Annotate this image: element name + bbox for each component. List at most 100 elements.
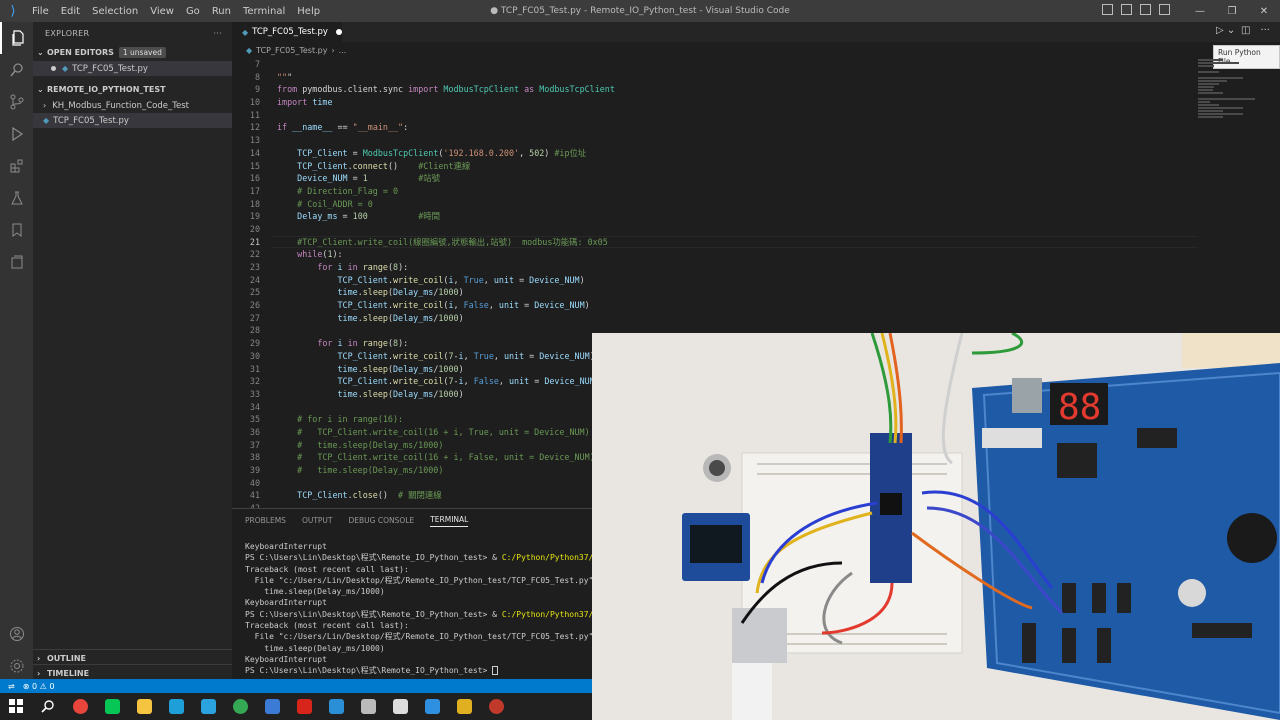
gear-icon[interactable] [0, 650, 33, 682]
code-line[interactable]: 26 TCP_Client.write_coil(i, False, unit … [232, 299, 1198, 312]
extensions-icon[interactable] [0, 150, 33, 182]
menu-view[interactable]: View [144, 6, 180, 17]
search-icon[interactable] [32, 693, 64, 720]
restore-icon[interactable]: ❐ [1216, 6, 1248, 17]
file-item[interactable]: ◆ TCP_FC05_Test.py [33, 113, 232, 128]
code-line[interactable]: 16 Device_NUM = 1 #站號 [232, 172, 1198, 185]
chrome-icon-glyph [72, 699, 88, 714]
file-explorer-icon[interactable] [128, 693, 160, 720]
remote-indicator-icon[interactable]: ⇌ [8, 682, 15, 691]
problems-indicator[interactable]: ⊗ 0 ⚠ 0 [23, 682, 55, 691]
minimap-line [1198, 104, 1219, 106]
menu-go[interactable]: Go [180, 6, 206, 17]
code-line[interactable]: 14 TCP_Client = ModbusTcpClient('192.168… [232, 147, 1198, 160]
code-line[interactable]: 8 """ [232, 71, 1198, 84]
vscode-icon[interactable] [320, 693, 352, 720]
code-line[interactable]: 21 #TCP_Client.write_coil(線圈編號,狀態輸出,站號) … [232, 235, 1198, 249]
files-icon[interactable] [0, 22, 33, 54]
tab-debug-console[interactable]: DEBUG CONSOLE [349, 516, 415, 525]
menu-edit[interactable]: Edit [55, 6, 86, 17]
vscode-logo-icon: ⟩ [10, 3, 16, 19]
search-icon[interactable] [0, 54, 33, 86]
tab-problems[interactable]: PROBLEMS [245, 516, 286, 525]
account-icon[interactable] [0, 618, 33, 650]
minimap[interactable] [1198, 58, 1280, 118]
line-icon[interactable] [96, 693, 128, 720]
minimap-line [1198, 65, 1215, 67]
run-debug-icon[interactable] [0, 118, 33, 150]
code-text: for i in range(8): [317, 262, 409, 272]
unsaved-dot-icon[interactable] [335, 29, 342, 35]
breadcrumb-file[interactable]: TCP_FC05_Test.py [256, 46, 327, 55]
explorer-header: EXPLORER ··· [33, 22, 232, 44]
code-line[interactable]: 20 [232, 223, 1198, 236]
terminal-text: time.sleep(Delay_ms/1000) [245, 643, 385, 653]
line-number: 23 [249, 262, 260, 272]
ide-icon[interactable] [416, 693, 448, 720]
toggle-sidebar-icon[interactable] [1102, 4, 1113, 15]
code-line[interactable]: 23 for i in range(8): [232, 261, 1198, 274]
chrome-profile-icon[interactable] [224, 693, 256, 720]
toggle-secondary-sidebar-icon[interactable] [1140, 4, 1151, 15]
code-line[interactable]: 13 [232, 134, 1198, 147]
code-text: # Coil_ADDR = 0 [297, 198, 373, 209]
code-line[interactable]: 10 import time [232, 96, 1198, 109]
menu-selection[interactable]: Selection [86, 6, 144, 17]
line-number: 24 [249, 274, 260, 285]
line-number: 39 [249, 465, 260, 475]
toggle-panel-icon[interactable] [1121, 4, 1132, 15]
open-editor-item[interactable]: ◆ TCP_FC05_Test.py [33, 61, 232, 76]
chart-icon[interactable] [448, 693, 480, 720]
breadcrumb-more[interactable]: ... [339, 46, 347, 55]
code-line[interactable]: 18 # Coil_ADDR = 0 [232, 198, 1198, 211]
menu-run[interactable]: Run [206, 6, 237, 17]
project-section[interactable]: ⌄ REMOTE_IO_PYTHON_TEST [33, 81, 232, 98]
close-icon[interactable]: ✕ [1248, 6, 1280, 17]
code-line[interactable]: 11 [232, 109, 1198, 122]
code-line[interactable]: 12 if __name__ == "__main__": [232, 121, 1198, 134]
menu-help[interactable]: Help [291, 6, 326, 17]
tab-label: TCP_FC05_Test.py [252, 27, 328, 37]
code-line[interactable]: 19 Delay_ms = 100 #時間 [232, 210, 1198, 223]
code-line[interactable]: 22 while(1): [232, 248, 1198, 261]
telegram-icon[interactable] [192, 693, 224, 720]
code-line[interactable]: 15 TCP_Client.connect() #Client連線 [232, 160, 1198, 173]
menu-terminal[interactable]: Terminal [237, 6, 291, 17]
code-line[interactable]: 25 time.sleep(Delay_ms/1000) [232, 286, 1198, 299]
code-line[interactable]: 27 time.sleep(Delay_ms/1000) [232, 312, 1198, 325]
remote-icon[interactable] [0, 246, 33, 278]
tab-tcp-fc05[interactable]: ◆ TCP_FC05_Test.py [232, 22, 342, 42]
source-control-icon[interactable] [0, 86, 33, 118]
code-line[interactable]: 17 # Direction_Flag = 0 [232, 185, 1198, 198]
menu-file[interactable]: File [26, 6, 55, 17]
telegram-icon-glyph [200, 699, 216, 714]
code-text: # time.sleep(Delay_ms/1000) [297, 439, 444, 450]
more-actions-icon[interactable]: ··· [1260, 25, 1270, 36]
open-editors-label: OPEN EDITORS [47, 48, 114, 57]
customize-layout-icon[interactable] [1159, 4, 1170, 15]
code-line[interactable]: 24 TCP_Client.write_coil(i, True, unit =… [232, 274, 1198, 287]
bookmark-icon[interactable] [0, 214, 33, 246]
photos-icon[interactable] [256, 693, 288, 720]
calculator-icon[interactable] [384, 693, 416, 720]
chrome-icon[interactable] [64, 693, 96, 720]
folder-item[interactable]: › KH_Modbus_Function_Code_Test [33, 98, 232, 113]
recorder-icon[interactable] [480, 693, 512, 720]
start-icon[interactable] [0, 693, 32, 720]
code-line[interactable]: 7 [232, 58, 1198, 71]
split-editor-icon[interactable]: ◫ [1241, 25, 1250, 36]
tab-terminal[interactable]: TERMINAL [430, 515, 469, 527]
edge-icon[interactable] [160, 693, 192, 720]
run-python-file-icon[interactable]: ▷ ⌄ [1216, 25, 1235, 36]
testing-icon[interactable] [0, 182, 33, 214]
unsaved-dot-icon[interactable] [51, 66, 56, 71]
minimize-icon[interactable]: — [1184, 6, 1216, 17]
vscode-icon-glyph [328, 699, 344, 714]
more-actions-icon[interactable]: ··· [213, 29, 222, 38]
minimap-line [1198, 59, 1223, 61]
open-editors-section[interactable]: ⌄ OPEN EDITORS 1 unsaved [33, 44, 232, 61]
tool-icon[interactable] [352, 693, 384, 720]
acrobat-icon[interactable] [288, 693, 320, 720]
tab-output[interactable]: OUTPUT [302, 516, 333, 525]
code-line[interactable]: 9 from pymodbus.client.sync import Modbus… [232, 83, 1198, 96]
